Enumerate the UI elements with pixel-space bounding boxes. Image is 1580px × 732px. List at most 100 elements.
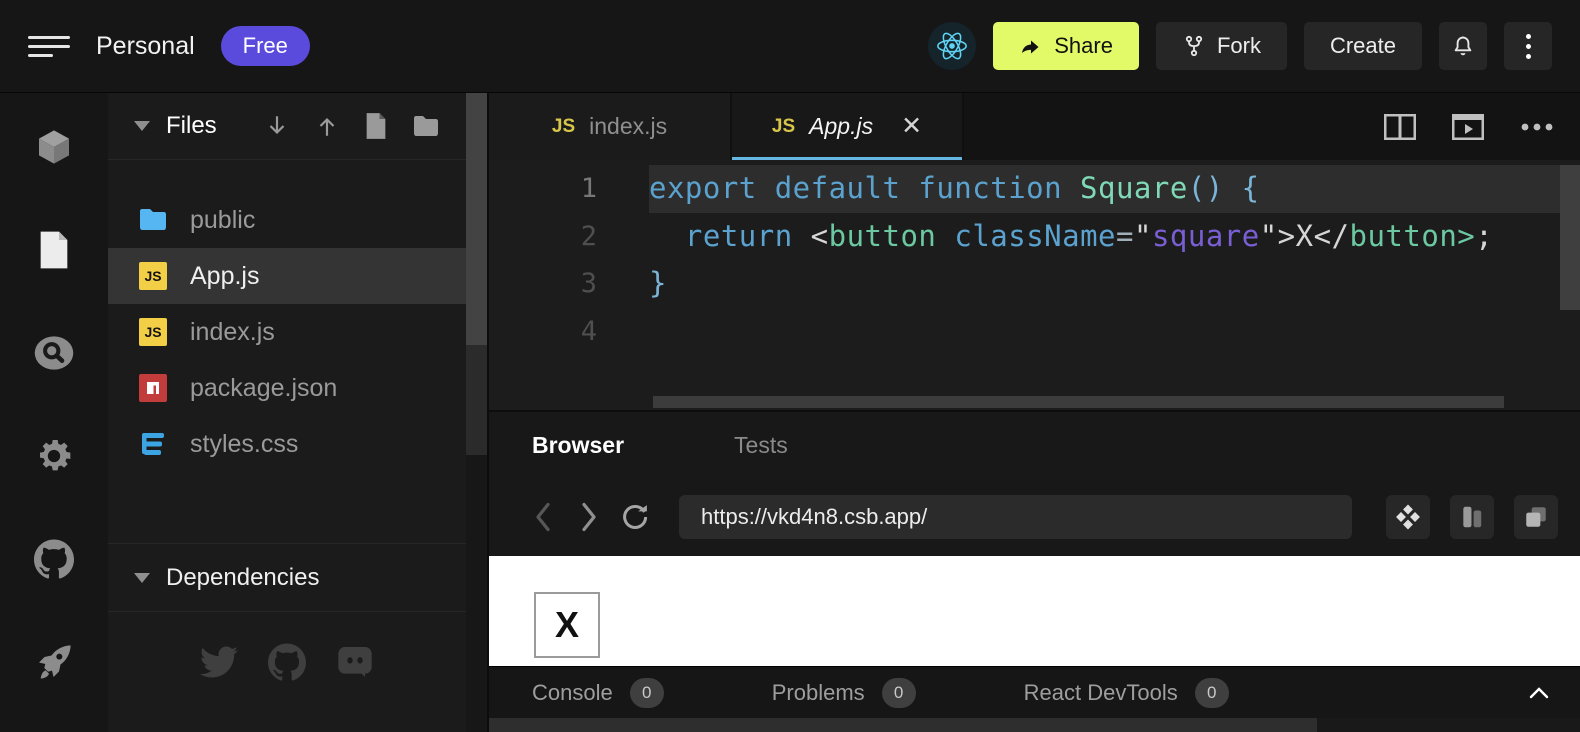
social-links: [108, 642, 466, 682]
github-icon[interactable]: [267, 642, 307, 682]
scrollbar-thumb[interactable]: [489, 718, 1317, 732]
download-icon[interactable]: [264, 112, 290, 140]
twitter-icon[interactable]: [199, 642, 239, 682]
box-icon[interactable]: [33, 127, 75, 167]
url-input[interactable]: [679, 495, 1352, 539]
responsive-panes-icon[interactable]: [1450, 495, 1494, 539]
file-list: public JSApp.jsJSindex.js package.json styl…: [108, 192, 466, 472]
chevron-down-icon: [134, 121, 150, 131]
react-atom-icon: [935, 29, 969, 63]
forward-icon[interactable]: [571, 499, 607, 535]
count-badge: 0: [630, 678, 664, 708]
refresh-icon[interactable]: [617, 499, 653, 535]
line-number: 1: [489, 165, 649, 213]
folder-icon: [138, 208, 168, 232]
close-tab-icon[interactable]: ✕: [901, 114, 922, 139]
devtools-item-react-devtools[interactable]: React DevTools0: [1024, 678, 1229, 708]
fork-icon: [1182, 34, 1206, 58]
code-text: return <button className="square">X</but…: [649, 213, 1580, 261]
file-name: public: [190, 206, 255, 235]
file-name: styles.css: [190, 430, 298, 459]
file-icon[interactable]: [33, 230, 75, 270]
editor-vertical-scrollbar[interactable]: [1560, 165, 1580, 310]
chevron-up-icon[interactable]: [1528, 686, 1550, 700]
code-line-2[interactable]: 2 return <button className="square">X</b…: [489, 213, 1580, 261]
codesandbox-app: Personal Free Share: [0, 0, 1580, 732]
square-button[interactable]: X: [534, 592, 600, 658]
tab-label: index.js: [589, 113, 667, 140]
tab-label: App.js: [809, 113, 873, 140]
discord-icon[interactable]: [335, 642, 375, 682]
workspace-name[interactable]: Personal: [96, 32, 195, 61]
code-text: }: [649, 260, 1580, 308]
code-editor[interactable]: 1export default function Square() {2 ret…: [489, 160, 1580, 410]
panel-horizontal-scrollbar[interactable]: [489, 718, 1580, 732]
kebab-menu-icon: [1526, 34, 1531, 59]
new-file-icon[interactable]: [364, 112, 388, 140]
css-file-icon: [140, 431, 166, 457]
devtools-bar: Console0Problems0React DevTools0: [489, 666, 1580, 718]
js-file-icon: JS: [772, 116, 795, 138]
devtools-item-problems[interactable]: Problems0: [772, 678, 916, 708]
file-item-app-js[interactable]: JSApp.js: [108, 248, 466, 304]
more-options-icon[interactable]: [1520, 123, 1554, 131]
rocket-icon[interactable]: [33, 642, 75, 682]
more-menu-button[interactable]: [1504, 22, 1552, 70]
file-item-styles-css[interactable]: styles.css: [108, 416, 466, 472]
editor-horizontal-scrollbar[interactable]: [653, 396, 1504, 408]
main-column: JS index.js JS App.js ✕: [487, 93, 1580, 732]
file-name: package.json: [190, 374, 337, 403]
chevron-down-icon: [134, 573, 150, 583]
dependencies-title: Dependencies: [166, 564, 319, 592]
preview-actions-icon[interactable]: [1386, 495, 1430, 539]
file-item-index-js[interactable]: JSindex.js: [108, 304, 466, 360]
js-file-icon: JS: [552, 116, 575, 138]
count-badge: 0: [882, 678, 916, 708]
new-folder-icon[interactable]: [412, 114, 440, 138]
npm-file-icon: [139, 374, 167, 402]
code-line-4[interactable]: 4: [489, 308, 1580, 356]
share-button[interactable]: Share: [993, 22, 1139, 70]
preview-panel: Browser Tests: [489, 410, 1580, 732]
file-item-public[interactable]: public: [108, 192, 466, 248]
fork-button[interactable]: Fork: [1156, 22, 1287, 70]
scrollbar-track: [466, 345, 487, 455]
file-name: index.js: [190, 318, 275, 347]
split-editor-icon[interactable]: [1384, 114, 1416, 140]
back-icon[interactable]: [525, 499, 561, 535]
notifications-button[interactable]: [1439, 22, 1487, 70]
explorer-panel: Files publicJSApp.jsJSindex.j: [108, 93, 466, 732]
menu-icon[interactable]: [28, 30, 70, 63]
editor-tab-app-js[interactable]: JS App.js ✕: [732, 93, 964, 160]
top-bar: Personal Free Share: [0, 0, 1580, 93]
preview-layout-icon[interactable]: [1452, 114, 1484, 140]
devtools-item-console[interactable]: Console0: [532, 678, 664, 708]
dependencies-header[interactable]: Dependencies: [108, 544, 466, 612]
line-number: 2: [489, 213, 649, 261]
activity-bar: [0, 93, 108, 732]
open-window-icon[interactable]: [1514, 495, 1558, 539]
code-text: [649, 308, 1580, 356]
file-item-package-json[interactable]: package.json: [108, 360, 466, 416]
devtools-label: React DevTools: [1024, 680, 1178, 706]
upload-icon[interactable]: [314, 112, 340, 140]
explorer-scrollbar[interactable]: [466, 93, 487, 732]
files-section-header[interactable]: Files: [108, 93, 466, 160]
code-line-1[interactable]: 1export default function Square() {: [489, 165, 1580, 213]
github-icon[interactable]: [33, 539, 75, 579]
dependencies-section: Dependencies: [108, 543, 466, 612]
preview-tab-browser[interactable]: Browser: [532, 432, 624, 459]
files-title: Files: [166, 112, 217, 140]
create-button[interactable]: Create: [1304, 22, 1422, 70]
gear-icon[interactable]: [33, 436, 75, 476]
editor-tab-index-js[interactable]: JS index.js: [489, 93, 732, 160]
preview-tabs: Browser Tests: [489, 412, 1580, 478]
preview-tab-tests[interactable]: Tests: [734, 432, 788, 459]
create-label: Create: [1330, 33, 1396, 59]
fork-label: Fork: [1217, 33, 1261, 59]
search-icon[interactable]: [33, 333, 75, 373]
share-label: Share: [1054, 33, 1113, 59]
line-number: 4: [489, 308, 649, 356]
code-line-3[interactable]: 3}: [489, 260, 1580, 308]
scrollbar-thumb[interactable]: [466, 93, 487, 345]
